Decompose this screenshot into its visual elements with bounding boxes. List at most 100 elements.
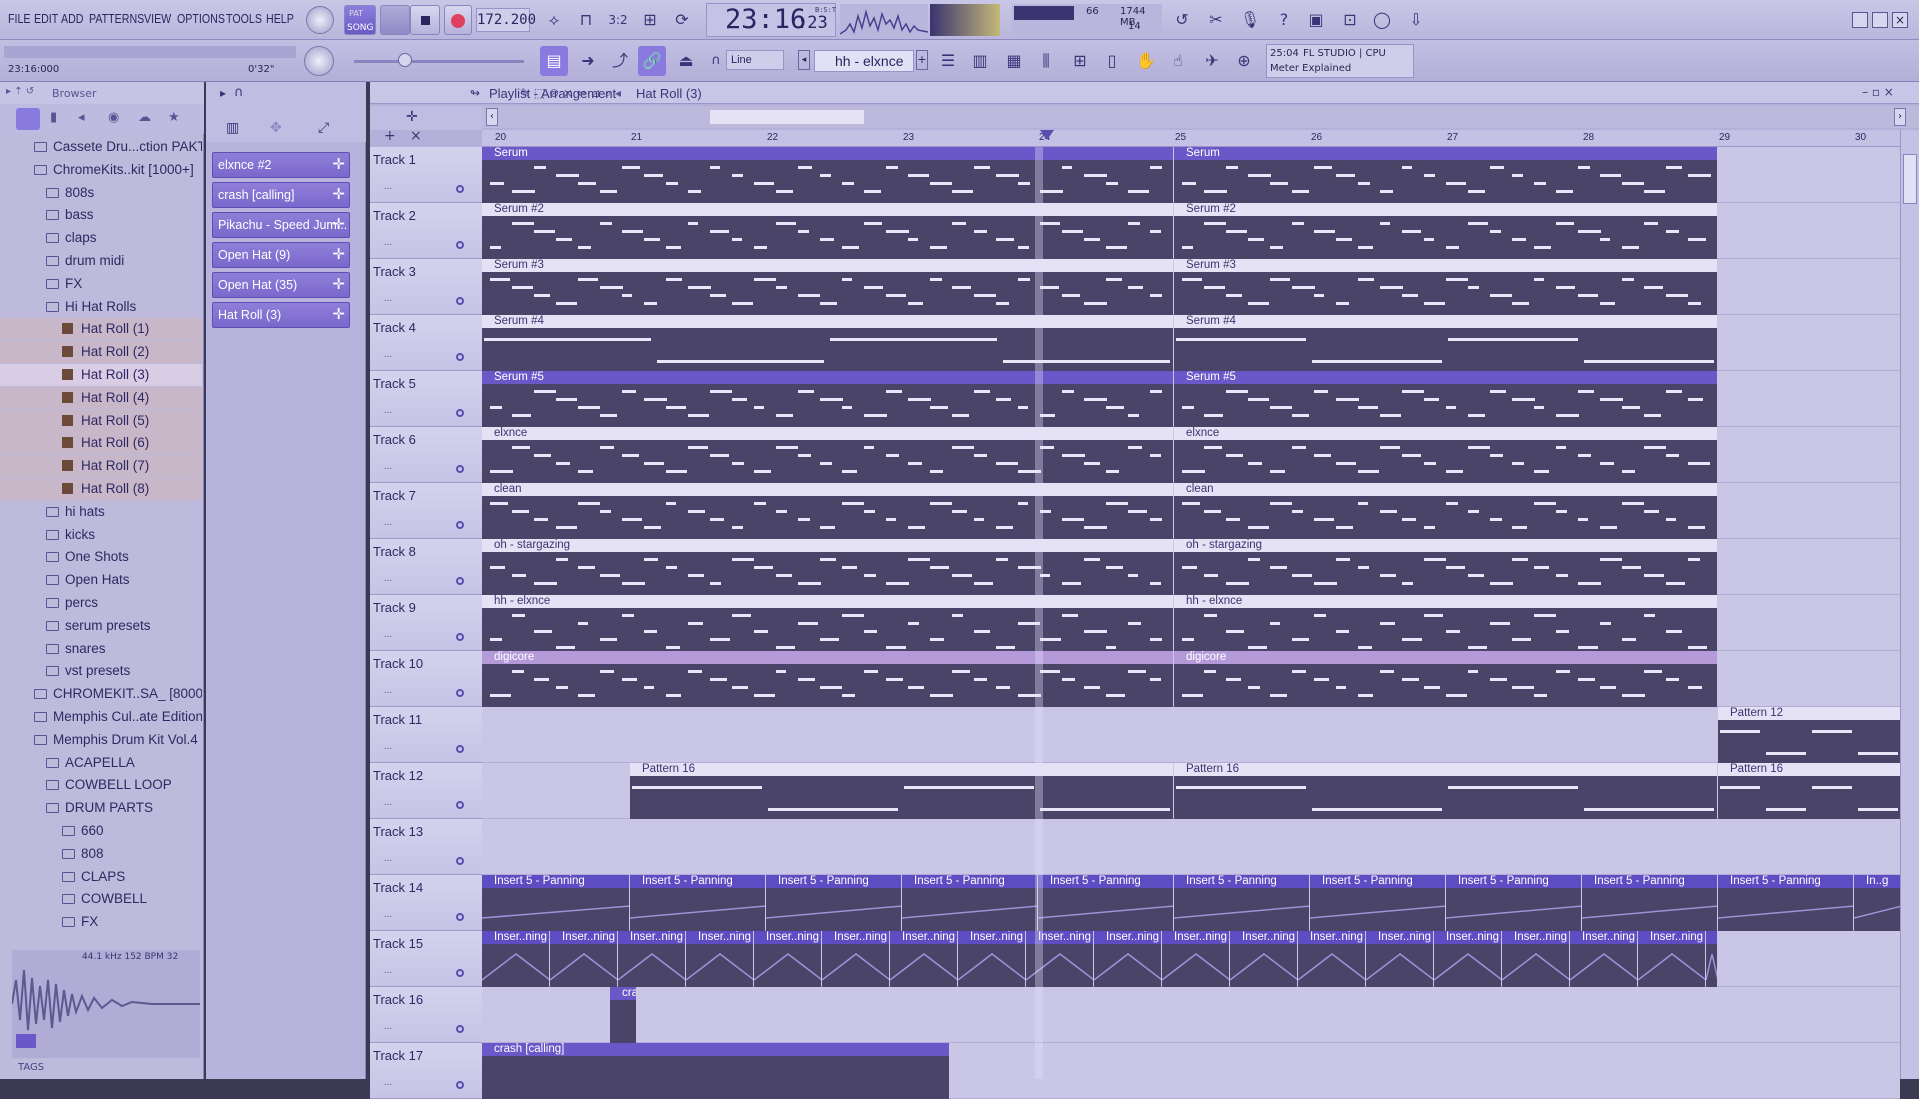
playlist-clip[interactable]: Pattern 12 <box>1718 707 1901 763</box>
channel-button[interactable]: Open Hat (35) ✛ <box>212 272 350 298</box>
track-header[interactable]: Track 13... <box>370 819 482 875</box>
song-time-display[interactable]: 23:16 :23 B:S:T <box>706 3 836 37</box>
track-options-icon[interactable]: ... <box>384 237 392 248</box>
browser-item[interactable]: percs <box>0 592 202 614</box>
playlist-clip[interactable]: Serum #2 <box>482 203 1173 259</box>
track-mute-icon[interactable] <box>456 353 464 361</box>
master-pitch-slider[interactable] <box>354 60 524 63</box>
playlist-clip[interactable]: digicore <box>1174 651 1717 707</box>
browser-item[interactable]: Memphis Drum Kit Vol.4 <box>0 729 202 751</box>
browser-item[interactable]: Open Hats <box>0 569 202 591</box>
track-options-icon[interactable]: ... <box>384 853 392 864</box>
menu-view[interactable]: VIEW <box>144 11 171 26</box>
track-options-icon[interactable]: ... <box>384 349 392 360</box>
link-icon[interactable]: 🔗 <box>638 46 666 76</box>
track-options-icon[interactable]: ... <box>384 405 392 416</box>
playlist-clip[interactable]: Inser..ning <box>550 931 617 987</box>
browser-nav-icon[interactable]: ▸ ⇡ ↺ <box>6 86 34 97</box>
track-mute-icon[interactable] <box>456 633 464 641</box>
browser-item[interactable]: COWBELL <box>0 888 202 910</box>
touch-keyboard-icon[interactable]: ☝ <box>1164 46 1192 76</box>
playlist-clip[interactable]: Inser..ning <box>1570 931 1637 987</box>
restore-icon[interactable] <box>1872 12 1888 28</box>
add-pattern-icon[interactable]: + <box>916 50 928 70</box>
track-header[interactable]: Track 7... <box>370 483 482 539</box>
playlist-clip[interactable]: Inser..ning <box>1366 931 1433 987</box>
track-header[interactable]: Track 9... <box>370 595 482 651</box>
scroll-thumb[interactable] <box>1903 154 1917 204</box>
browser-item[interactable]: hi hats <box>0 501 202 523</box>
browser-item[interactable]: CLAPS <box>0 866 202 888</box>
help-icon[interactable]: ? <box>1270 5 1298 35</box>
track-lane[interactable] <box>482 707 1900 763</box>
playlist-clip[interactable]: Inser..ning <box>1162 931 1229 987</box>
loop-record-icon[interactable]: ⟳ <box>668 5 696 35</box>
track-header[interactable]: Track 12... <box>370 763 482 819</box>
browser-item[interactable]: COWBELL LOOP <box>0 774 202 796</box>
playlist-clip[interactable]: Serum #5 <box>482 371 1173 427</box>
playlist-clip[interactable]: Inser..ning <box>754 931 821 987</box>
chat-icon[interactable]: ◯ <box>1368 5 1396 35</box>
overview-window[interactable] <box>710 110 864 124</box>
track-options-icon[interactable]: ... <box>384 741 392 752</box>
track-mute-icon[interactable] <box>456 913 464 921</box>
track-mute-icon[interactable] <box>456 857 464 865</box>
playlist-clip[interactable]: Serum #5 <box>1174 371 1717 427</box>
track-mute-icon[interactable] <box>456 521 464 529</box>
playlist-clip[interactable]: clean <box>1174 483 1717 539</box>
browser-item[interactable]: Hat Roll (5) <box>0 409 202 432</box>
track-mute-icon[interactable] <box>456 409 464 417</box>
track-mute-icon[interactable] <box>456 1025 464 1033</box>
playlist-clip[interactable]: Serum #4 <box>1174 315 1717 371</box>
browser-item[interactable]: Memphis Cul..ate Edition <box>0 706 202 728</box>
playlist-clip[interactable]: Insert 5 - Panning <box>1582 875 1717 931</box>
playlist-clip[interactable]: Pattern 16 <box>1174 763 1717 819</box>
playhead-marker[interactable] <box>1040 130 1054 142</box>
playlist-clip[interactable]: Insert 5 - Panning <box>902 875 1037 931</box>
track-mute-icon[interactable] <box>456 241 464 249</box>
close-icon[interactable]: × <box>1892 12 1908 28</box>
picker-pattern-icon[interactable]: ▥ <box>226 120 239 136</box>
track-header[interactable]: Track 15... <box>370 931 482 987</box>
metronome-icon[interactable]: ⟡ <box>540 5 568 35</box>
tempo-tapper-icon[interactable]: ✈ <box>1198 46 1226 76</box>
playlist-view-icon[interactable]: ▤ <box>540 46 568 76</box>
playlist-clip[interactable]: Serum #3 <box>1174 259 1717 315</box>
playlist-clip[interactable]: elxnce <box>482 427 1173 483</box>
track-mute-icon[interactable] <box>456 801 464 809</box>
step-edit-icon[interactable]: ⊞ <box>636 5 664 35</box>
track-mute-icon[interactable] <box>456 297 464 305</box>
playlist-clip[interactable]: Inser..ning <box>1434 931 1501 987</box>
vertical-scrollbar[interactable] <box>1900 130 1919 1079</box>
browser-item[interactable]: vst presets <box>0 660 202 682</box>
playlist-clip[interactable]: Serum <box>1174 147 1717 203</box>
track-options-icon[interactable]: ... <box>384 517 392 528</box>
playlist-clip[interactable]: Serum #2 <box>1174 203 1717 259</box>
track-header[interactable]: Track 8... <box>370 539 482 595</box>
playlist-clip[interactable]: crash [calling] <box>610 987 636 1043</box>
track-header[interactable]: Track 11... <box>370 707 482 763</box>
channel-add-icon[interactable]: ✛ <box>332 153 345 177</box>
browser-item[interactable]: bass <box>0 204 202 226</box>
playlist-clip[interactable]: Inser..ning <box>1638 931 1705 987</box>
browser-item[interactable]: Hat Roll (1) <box>0 318 202 341</box>
piano-roll-icon[interactable]: ▥ <box>966 46 994 76</box>
browser-item[interactable]: FX <box>0 911 202 928</box>
playlist-clip[interactable]: Insert 5 - Panning <box>1446 875 1581 931</box>
playlist-icon[interactable]: ☰ <box>934 46 962 76</box>
playlist-clip[interactable]: hh - elxnce <box>482 595 1173 651</box>
song-position-bar[interactable] <box>4 46 296 58</box>
channel-add-icon[interactable]: ✛ <box>332 213 345 237</box>
playlist-clip[interactable]: Serum <box>482 147 1173 203</box>
playlist-clip[interactable]: clean <box>482 483 1173 539</box>
playlist-clip[interactable]: Inser..ning <box>958 931 1025 987</box>
browser-item[interactable]: drum midi <box>0 250 202 272</box>
track-options-icon[interactable]: ... <box>384 909 392 920</box>
track-mute-icon[interactable] <box>456 185 464 193</box>
browser-item[interactable]: Hi Hat Rolls <box>0 296 202 318</box>
master-volume-knob[interactable] <box>306 6 334 34</box>
picker-magnet-icon[interactable]: ∩ <box>234 85 244 100</box>
channel-button[interactable]: crash [calling] ✛ <box>212 182 350 208</box>
add-track-icon[interactable]: ✛ <box>406 109 418 125</box>
track-options-icon[interactable]: ... <box>384 1021 392 1032</box>
